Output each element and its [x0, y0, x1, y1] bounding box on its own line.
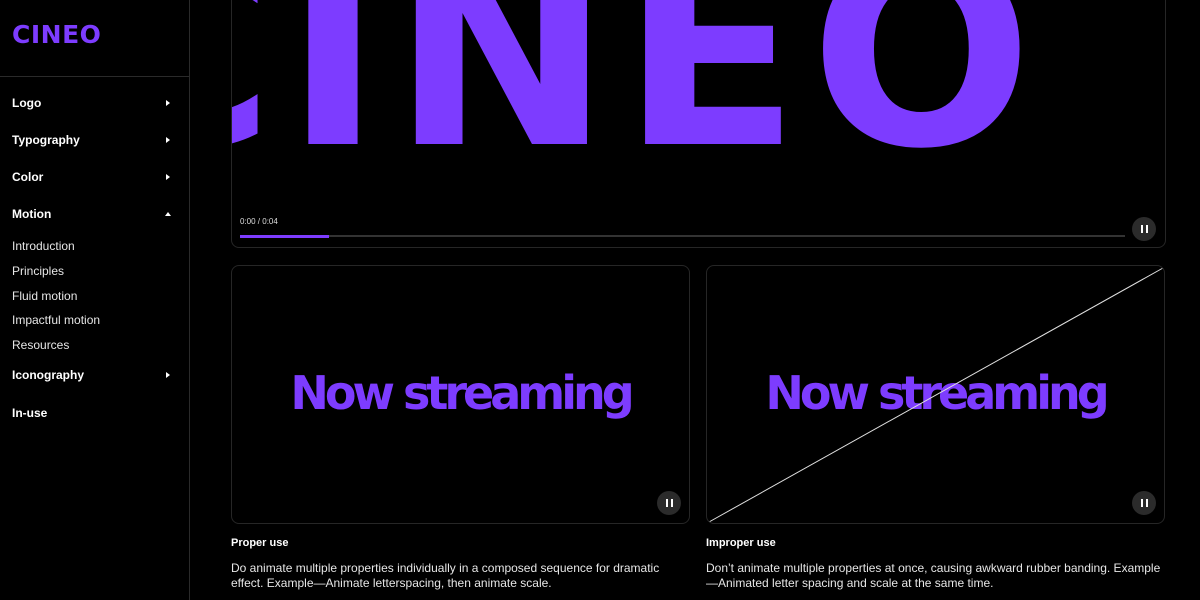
- sidebar-item-color[interactable]: Color: [12, 167, 172, 187]
- caret-right-icon: [164, 136, 172, 144]
- sidebar-item-iconography[interactable]: Iconography: [12, 365, 172, 385]
- pause-button[interactable]: [1132, 491, 1156, 515]
- sidebar-subitem-principles[interactable]: Principles: [12, 264, 64, 278]
- sidebar-item-label: Typography: [12, 133, 80, 147]
- strike-through-line: [708, 267, 1164, 523]
- pause-button[interactable]: [1132, 217, 1156, 241]
- improper-use-video[interactable]: Now streaming: [706, 265, 1165, 524]
- proper-use-video[interactable]: Now streaming: [231, 265, 690, 524]
- caret-up-icon: [164, 210, 172, 218]
- app: CINEO Logo Typography Color Motion Intro…: [0, 0, 1200, 600]
- video-progress-fill: [240, 234, 329, 238]
- video-time: 0:00 / 0:04: [240, 217, 278, 226]
- now-streaming-text: Now streaming: [290, 366, 634, 420]
- sidebar-item-label: Iconography: [12, 368, 85, 382]
- sidebar-item-label: Logo: [12, 96, 42, 110]
- sidebar-item-typography[interactable]: Typography: [12, 130, 172, 150]
- hero-video-player[interactable]: CINEO 0:00 / 0:04: [231, 0, 1166, 248]
- video-progress-bar[interactable]: [240, 234, 1125, 238]
- sidebar-item-label: Color: [12, 170, 44, 184]
- sidebar: CINEO Logo Typography Color Motion Intro…: [0, 0, 190, 600]
- sidebar-item-motion[interactable]: Motion: [12, 204, 172, 224]
- sidebar-subitem-fluid-motion[interactable]: Fluid motion: [12, 289, 77, 303]
- pause-icon: [1140, 499, 1148, 507]
- caret-right-icon: [164, 99, 172, 107]
- improper-use-description: Don’t animate multiple properties at onc…: [706, 561, 1161, 590]
- hero-video-frame: CINEO: [232, 0, 1043, 206]
- proper-use-title: Proper use: [231, 537, 289, 549]
- sidebar-item-logo[interactable]: Logo: [12, 93, 172, 113]
- pause-button[interactable]: [657, 491, 681, 515]
- sidebar-subitem-introduction[interactable]: Introduction: [12, 239, 75, 253]
- sidebar-item-in-use[interactable]: In-use: [12, 403, 172, 423]
- sidebar-subitem-impactful-motion[interactable]: Impactful motion: [12, 313, 100, 327]
- pause-icon: [665, 499, 673, 507]
- improper-use-title: Improper use: [706, 537, 776, 549]
- caret-right-icon: [164, 371, 172, 379]
- sidebar-divider: [0, 76, 189, 77]
- pause-icon: [1140, 225, 1148, 233]
- sidebar-subitem-resources[interactable]: Resources: [12, 338, 69, 352]
- proper-use-description: Do animate multiple properties individua…: [231, 561, 660, 590]
- hero-video-text: CINEO: [232, 0, 1043, 206]
- brand-logo[interactable]: CINEO: [12, 20, 101, 49]
- sidebar-item-label: In-use: [12, 406, 48, 420]
- sidebar-item-label: Motion: [12, 207, 52, 221]
- caret-right-icon: [164, 173, 172, 181]
